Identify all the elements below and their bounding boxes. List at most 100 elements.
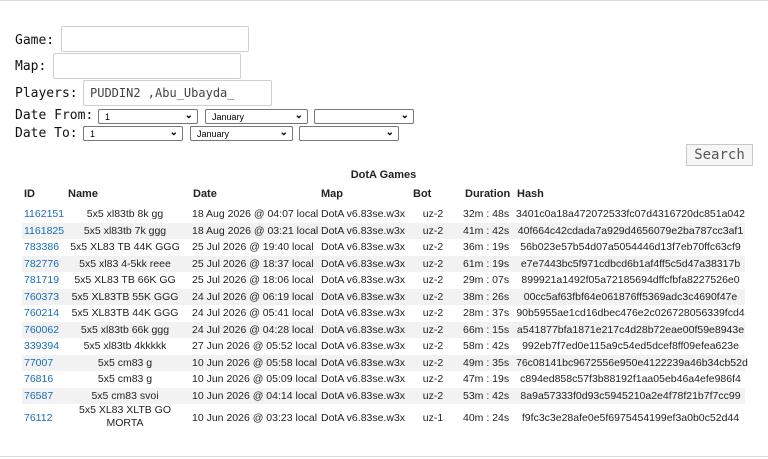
- game-hash: 76c08141bc9672556e950e4122239a46b34cb52d: [516, 356, 748, 369]
- map-label: Map:: [15, 59, 47, 74]
- table-row: 760373 5x5 XL83TB 55K GGG 24 Jul 2026 @ 06…: [22, 288, 745, 305]
- game-bot: uz-2: [422, 224, 444, 237]
- game-hash: 56b023e57b54d07a5054446d13f7eb70ffc63cf9: [520, 241, 741, 253]
- game-duration: 49m : 35s: [463, 356, 510, 369]
- header-duration: Duration: [465, 188, 511, 200]
- game-map: DotA v6.83se.w3x: [321, 257, 406, 270]
- header-map: Map: [321, 188, 343, 200]
- table-row: 1162151 5x5 xl83tb 8k gg 18 Aug 2026 @ 04:…: [22, 206, 745, 223]
- date-from-month-select[interactable]: January ⌄: [205, 109, 308, 124]
- date-to-month-select[interactable]: January ⌄: [190, 126, 293, 141]
- game-name: 5x5 xl83 4-5kk reee: [79, 257, 171, 270]
- table-row: 783386 5x5 XL83 TB 44K GGG 25 Jul 2026 @ 1…: [22, 239, 745, 256]
- game-map: DotA v6.83se.w3x: [321, 208, 406, 220]
- game-hash: 899921a1492f05a72185694dffcfbfa8227526e0: [521, 274, 740, 286]
- game-map: DotA v6.83se.w3x: [321, 241, 406, 253]
- game-hash: e7e7443bc5f971cdbcd6b1af4ff5c5d47a38317b: [520, 257, 741, 270]
- game-hash: 8a9a57333f0d93c5945210a2e4f78f21b7f7cc99: [520, 389, 741, 402]
- game-duration: 36m : 19s: [463, 241, 510, 253]
- game-hash: a541877bfa1871e217c4d28b72eae00f59e8943e: [516, 323, 745, 336]
- date-from-year-select[interactable]: ⌄: [314, 109, 414, 124]
- search-button[interactable]: Search: [686, 144, 753, 166]
- game-name: 5x5 XL83TB 55K GGG: [71, 290, 179, 303]
- header-bot: Bot: [413, 188, 432, 200]
- game-map: DotA v6.83se.w3x: [321, 274, 406, 286]
- chevron-down-icon: ⌄: [294, 110, 303, 121]
- game-duration: 61m : 19s: [463, 257, 510, 270]
- date-to-year-select[interactable]: ⌄: [299, 126, 399, 141]
- game-hash: 90b5955ae1cd16dbec476e2c026728056339fcd4: [516, 307, 745, 319]
- chevron-down-icon: ⌄: [279, 127, 288, 138]
- table-row: 1161825 5x5 xl83tb 7k ggg 18 Aug 2026 @ 03…: [22, 222, 745, 239]
- game-name: 5x5 cm83 svoi: [91, 389, 159, 402]
- game-name: 5x5 xl83tb 7k ggg: [83, 224, 167, 237]
- game-date: 25 Jul 2026 @ 18:06 local: [192, 274, 314, 286]
- game-duration: 32m : 48s: [463, 208, 510, 220]
- game-input[interactable]: [61, 26, 249, 52]
- game-map: DotA v6.83se.w3x: [321, 290, 406, 303]
- game-bot: uz-2: [422, 323, 444, 336]
- table-row: 76816 5x5 cm83 g 10 Jun 2026 @ 05:09 local…: [22, 371, 745, 388]
- game-duration: 41m : 42s: [463, 224, 510, 237]
- table-row: 77007 5x5 cm83 g 10 Jun 2026 @ 05:58 local…: [22, 354, 748, 371]
- game-date: 25 Jul 2026 @ 18:37 local: [192, 257, 314, 270]
- game-hash: 992eb7f7ed0e115a9c54ed5dcef8ff09efea623e: [522, 340, 739, 352]
- game-map: DotA v6.83se.w3x: [321, 340, 406, 352]
- game-map: DotA v6.83se.w3x: [321, 373, 406, 385]
- map-input[interactable]: [53, 53, 241, 79]
- game-date: 18 Aug 2026 @ 04:07 local: [192, 208, 319, 220]
- game-name: 5x5 xl83tb 8k gg: [86, 208, 164, 220]
- game-bot: uz-2: [422, 241, 444, 253]
- game-duration: 40m : 24s: [463, 412, 510, 424]
- date-from-label: Date From:: [15, 108, 94, 123]
- table-row: 760214 5x5 XL83TB 44K GGG 24 Jul 2026 @ 05…: [22, 305, 745, 322]
- game-duration: 58m : 42s: [463, 340, 510, 352]
- game-date: 10 Jun 2026 @ 05:09 local: [192, 373, 318, 385]
- game-date: 10 Jun 2026 @ 03:23 local: [192, 412, 318, 424]
- game-map: DotA v6.83se.w3x: [321, 389, 406, 402]
- header-date: Date: [193, 188, 217, 200]
- game-hash: f9fc3c3e28afe0e5f6975454199ef3a0b0c52d44: [521, 412, 740, 424]
- game-name: 5x5 xl83tb 4kkkkk: [83, 340, 167, 352]
- chevron-down-icon: ⌄: [385, 127, 394, 138]
- table-row: 760062 5x5 xl83tb 66k ggg 24 Jul 2026 @ 04…: [22, 321, 745, 338]
- header-hash: Hash: [517, 188, 544, 200]
- table-row: 76587 5x5 cm83 svoi 10 Jun 2026 @ 04:14 lo…: [22, 387, 745, 404]
- game-bot: uz-2: [422, 307, 444, 319]
- chevron-down-icon: ⌄: [400, 110, 409, 121]
- chevron-down-icon: ⌄: [184, 110, 193, 121]
- game-map: DotA v6.83se.w3x: [321, 224, 406, 237]
- players-input[interactable]: PUDDIN2 ,Abu_Ubayda_: [83, 80, 272, 106]
- date-to-day-select[interactable]: 1 ⌄: [83, 126, 183, 141]
- bottom-divider: [0, 456, 768, 457]
- game-date: 24 Jul 2026 @ 06:19 local: [192, 290, 314, 303]
- game-hash: 3401c0a18a472072533fc07d4316720dc851a042: [516, 208, 745, 220]
- game-date: 10 Jun 2026 @ 04:14 local: [192, 389, 318, 402]
- game-duration: 29m : 07s: [463, 274, 510, 286]
- game-bot: uz-1: [422, 412, 444, 424]
- chevron-down-icon: ⌄: [169, 127, 178, 138]
- date-to-label: Date To:: [15, 126, 78, 141]
- date-from-day-select[interactable]: 1 ⌄: [98, 109, 198, 124]
- game-map: DotA v6.83se.w3x: [321, 323, 406, 336]
- game-bot: uz-2: [422, 373, 444, 385]
- top-divider: [0, 0, 768, 1]
- game-duration: 47m : 19s: [463, 373, 510, 385]
- game-duration: 66m : 15s: [463, 323, 510, 336]
- game-date: 24 Jul 2026 @ 05:41 local: [192, 307, 314, 319]
- game-name: 5x5 XL83TB 44K GGG: [71, 307, 179, 319]
- game-hash: 00cc5af63fbf64e061876ff5369adc3c4690f47e: [523, 290, 738, 303]
- game-hash: c894ed858c57f3b88192f1aa05eb46a4efe986f4: [520, 373, 741, 385]
- game-date: 18 Aug 2026 @ 03:21 local: [192, 224, 319, 237]
- game-map: DotA v6.83se.w3x: [321, 356, 406, 369]
- header-name: Name: [68, 188, 98, 200]
- game-name: 5x5 XL83 TB 66K GG: [74, 274, 176, 286]
- table-row: 782776 5x5 xl83 4-5kk reee 25 Jul 2026 @ 1…: [22, 255, 745, 272]
- game-name: 5x5 XL83 XLTB GO MORTA: [78, 404, 172, 429]
- table-caption: DotA Games: [350, 169, 417, 181]
- table-row: 339394 5x5 xl83tb 4kkkkk 27 Jun 2026 @ 05:…: [22, 338, 745, 355]
- game-bot: uz-2: [422, 290, 444, 303]
- game-name: 5x5 cm83 g: [97, 373, 153, 385]
- header-id: ID: [24, 188, 35, 200]
- game-duration: 38m : 26s: [463, 290, 510, 303]
